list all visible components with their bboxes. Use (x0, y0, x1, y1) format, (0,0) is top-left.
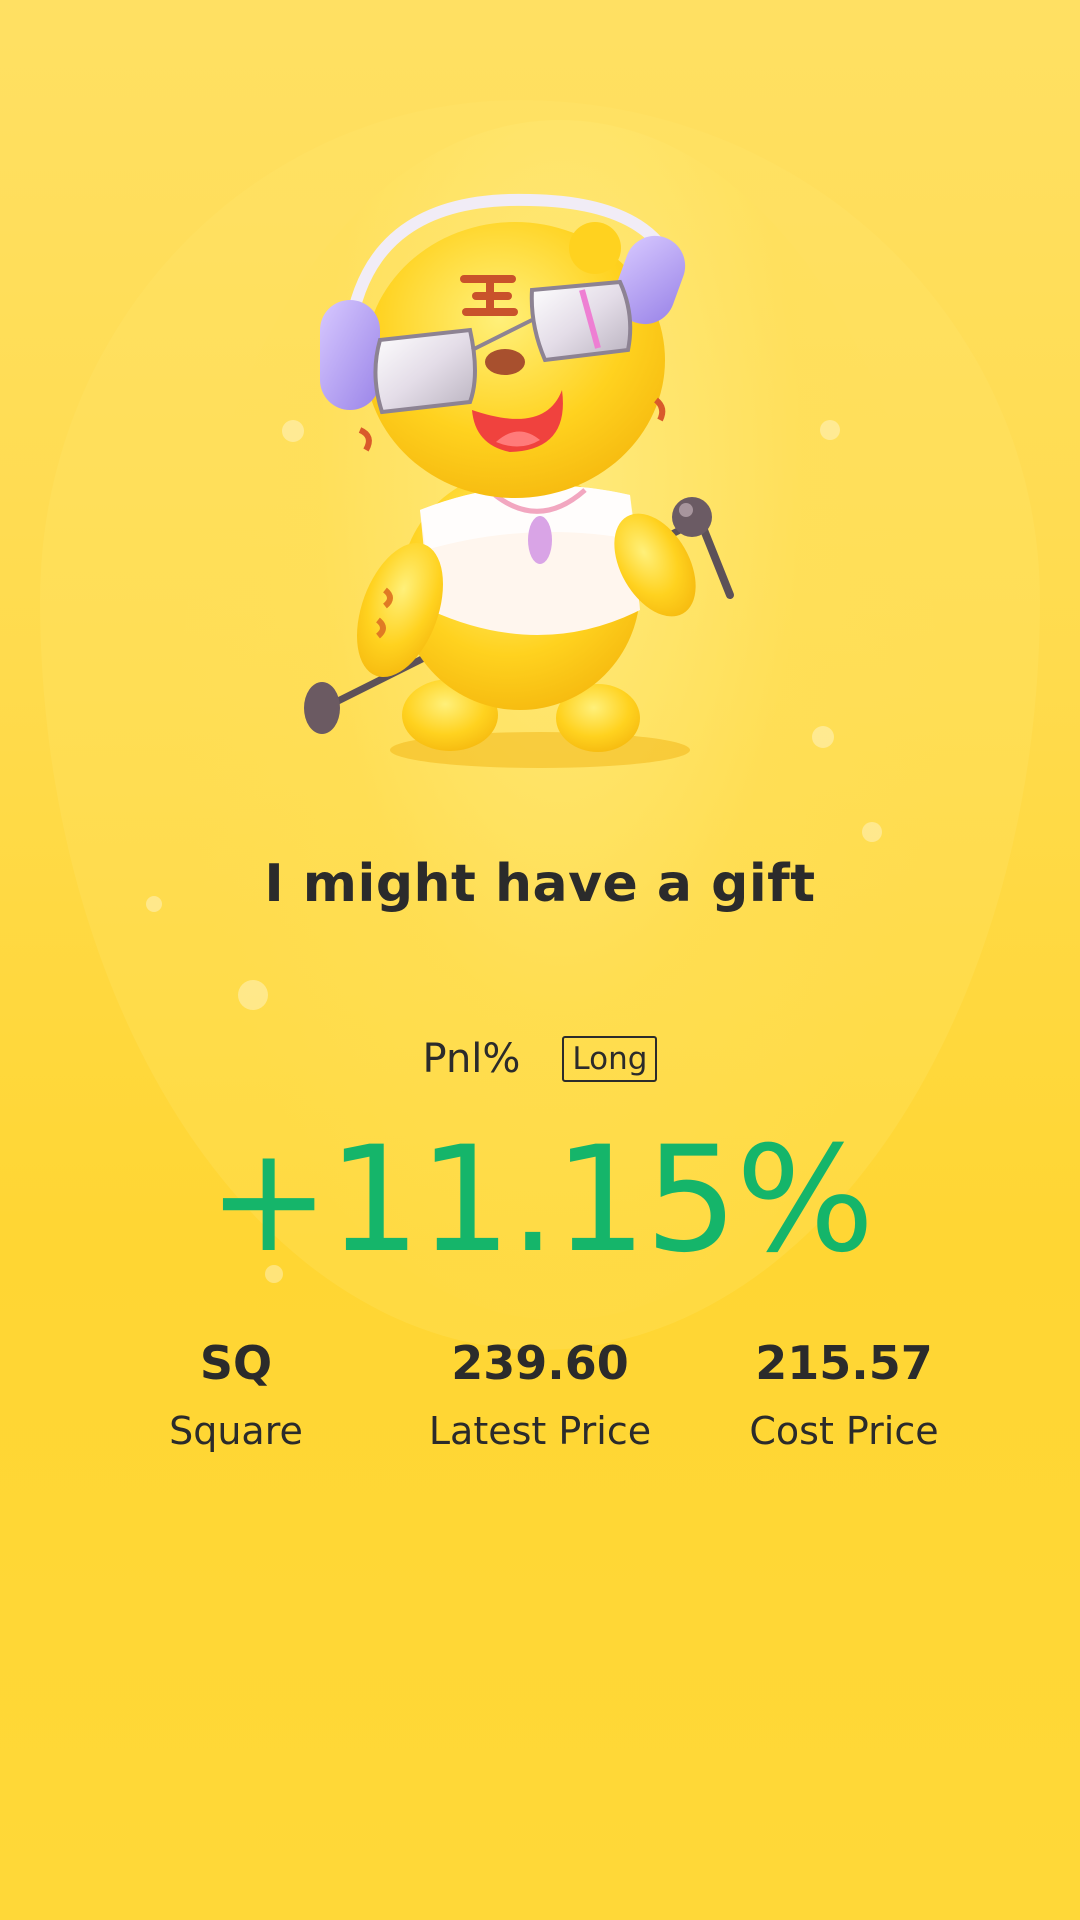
stat-value: SQ (199, 1336, 273, 1390)
stat-latest-price: 239.60 Latest Price (390, 1336, 690, 1455)
sparkle (238, 980, 268, 1010)
stat-value: 215.57 (755, 1336, 933, 1390)
stat-label: Cost Price (749, 1409, 939, 1454)
pnl-label: Pnl% (422, 1036, 521, 1083)
stat-label: Latest Price (428, 1409, 652, 1454)
stat-symbol: SQ Square (86, 1336, 386, 1455)
stat-cost-price: 215.57 Cost Price (694, 1336, 994, 1455)
tiger-mascot-icon (300, 190, 780, 780)
position-direction-badge: Long (562, 1036, 658, 1083)
stat-value: 239.60 (451, 1336, 629, 1390)
headline: I might have a gift (264, 854, 816, 914)
pnl-percentage: +11.15% (207, 1115, 874, 1285)
stat-label: Square (169, 1409, 303, 1454)
position-stats: SQ Square 239.60 Latest Price 215.57 Cos… (0, 1336, 1080, 1476)
sparkle (820, 420, 840, 440)
pnl-header: Pnl% Long (0, 1036, 1080, 1083)
sparkle (812, 726, 834, 748)
sparkle (862, 822, 882, 842)
